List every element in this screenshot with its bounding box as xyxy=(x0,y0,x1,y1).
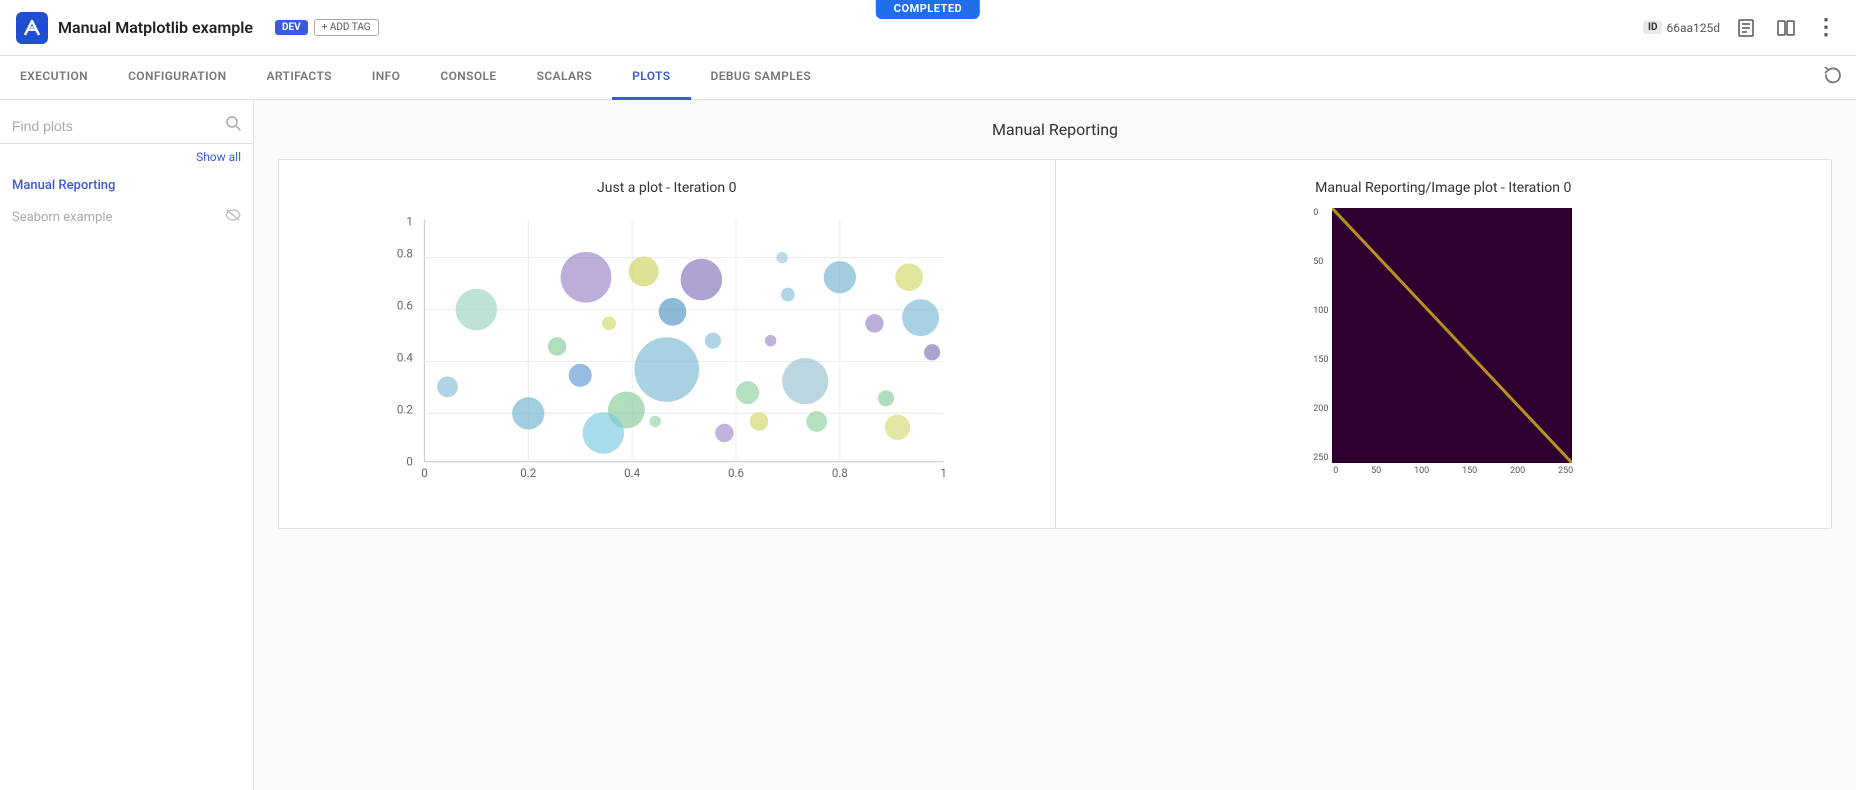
svg-text:0.4: 0.4 xyxy=(624,466,641,480)
refresh-icon-button[interactable] xyxy=(1822,64,1856,91)
search-icon xyxy=(226,116,241,135)
axis-labels-bottom: 0 50 100 150 200 250 xyxy=(1333,463,1573,476)
x-label-0: 0 xyxy=(1333,466,1338,476)
x-label-100: 100 xyxy=(1414,466,1429,476)
tab-debug-samples[interactable]: DEBUG SAMPLES xyxy=(691,56,832,100)
tab-configuration[interactable]: CONFIGURATION xyxy=(108,56,246,100)
id-value: 66aa125d xyxy=(1666,21,1720,35)
search-container xyxy=(0,100,253,144)
svg-text:0.8: 0.8 xyxy=(397,247,413,261)
app-logo-section: Manual Matplotlib example DEV + ADD TAG xyxy=(16,12,379,44)
search-input[interactable] xyxy=(12,118,218,134)
tab-plots[interactable]: PLOTS xyxy=(612,56,690,100)
show-all-row: Show all xyxy=(0,144,253,170)
id-badge: ID 66aa125d xyxy=(1643,21,1720,35)
content-area: Manual Reporting Just a plot - Iteration… xyxy=(254,100,1856,790)
x-label-200: 200 xyxy=(1510,466,1525,476)
plot-container-2: Manual Reporting/Image plot - Iteration … xyxy=(1056,160,1832,528)
x-label-150: 150 xyxy=(1462,466,1477,476)
id-label: ID xyxy=(1643,21,1662,34)
plot-title-1: Just a plot - Iteration 0 xyxy=(299,180,1035,196)
top-bar: Manual Matplotlib example DEV + ADD TAG … xyxy=(0,0,1856,56)
add-tag-button[interactable]: + ADD TAG xyxy=(314,19,379,36)
tab-info[interactable]: INFO xyxy=(352,56,420,100)
tab-scalars[interactable]: SCALARS xyxy=(517,56,613,100)
matrix-diagonal-svg xyxy=(1332,208,1572,463)
image-plot-row: 0 50 100 150 200 250 xyxy=(1313,208,1573,463)
logo-icon xyxy=(16,12,48,44)
y-label-150: 150 xyxy=(1313,355,1328,365)
svg-text:0.2: 0.2 xyxy=(397,402,414,416)
matrix-canvas xyxy=(1332,208,1572,463)
svg-text:0.6: 0.6 xyxy=(728,466,744,480)
y-label-50: 50 xyxy=(1313,257,1328,267)
split-view-icon-button[interactable] xyxy=(1772,14,1800,42)
sidebar-item-seaborn[interactable]: Seaborn example xyxy=(0,201,253,233)
x-label-50: 50 xyxy=(1371,466,1381,476)
completed-badge: COMPLETED xyxy=(876,0,980,19)
svg-text:1: 1 xyxy=(940,466,946,480)
svg-text:0.4: 0.4 xyxy=(397,350,414,364)
image-plot-wrapper: 0 50 100 150 200 250 xyxy=(1313,208,1573,476)
y-label-100: 100 xyxy=(1313,306,1328,316)
dev-tag: DEV xyxy=(275,20,308,35)
tab-execution[interactable]: EXECUTION xyxy=(0,56,108,100)
bubble-chart-svg: 0 0.2 0.4 0.6 0.8 1 0 0.2 0.4 0.6 0.8 1 xyxy=(299,208,1035,508)
axis-labels-left: 0 50 100 150 200 250 xyxy=(1313,208,1332,463)
image-plot: 0 50 100 150 200 250 xyxy=(1076,208,1812,508)
svg-text:0.8: 0.8 xyxy=(832,466,848,480)
sidebar-item-manual-reporting[interactable]: Manual Reporting xyxy=(0,170,253,201)
tag-container: DEV + ADD TAG xyxy=(275,19,379,36)
sidebar-item-label-seaborn: Seaborn example xyxy=(12,210,112,225)
section-title: Manual Reporting xyxy=(278,120,1832,139)
main-layout: Show all Manual Reporting Seaborn exampl… xyxy=(0,100,1856,790)
y-label-200: 200 xyxy=(1313,404,1328,414)
y-label-0: 0 xyxy=(1313,208,1328,218)
plot-title-2: Manual Reporting/Image plot - Iteration … xyxy=(1076,180,1812,196)
svg-text:0: 0 xyxy=(406,454,412,468)
plot-container-1: Just a plot - Iteration 0 0 0.2 0.4 0.6 … xyxy=(279,160,1056,528)
menu-icon-button[interactable]: ⋮ xyxy=(1812,14,1840,42)
svg-text:0: 0 xyxy=(421,466,427,480)
hide-icon xyxy=(225,209,241,225)
app-title: Manual Matplotlib example xyxy=(58,18,253,37)
show-all-link[interactable]: Show all xyxy=(196,150,241,164)
sidebar: Show all Manual Reporting Seaborn exampl… xyxy=(0,100,254,790)
tab-artifacts[interactable]: ARTIFACTS xyxy=(246,56,351,100)
bubble-chart: 0 0.2 0.4 0.6 0.8 1 0 0.2 0.4 0.6 0.8 1 xyxy=(299,208,1035,508)
top-bar-right: ID 66aa125d ⋮ xyxy=(1643,14,1840,42)
svg-text:0.2: 0.2 xyxy=(520,466,537,480)
doc-icon-button[interactable] xyxy=(1732,14,1760,42)
svg-text:0.6: 0.6 xyxy=(397,299,413,313)
y-label-250: 250 xyxy=(1313,453,1328,463)
sidebar-item-label: Manual Reporting xyxy=(12,178,115,193)
svg-text:1: 1 xyxy=(406,214,412,228)
tab-console[interactable]: CONSOLE xyxy=(420,56,516,100)
nav-tabs: EXECUTION CONFIGURATION ARTIFACTS INFO C… xyxy=(0,56,1856,100)
plots-row: Just a plot - Iteration 0 0 0.2 0.4 0.6 … xyxy=(278,159,1832,529)
x-label-250: 250 xyxy=(1558,466,1573,476)
